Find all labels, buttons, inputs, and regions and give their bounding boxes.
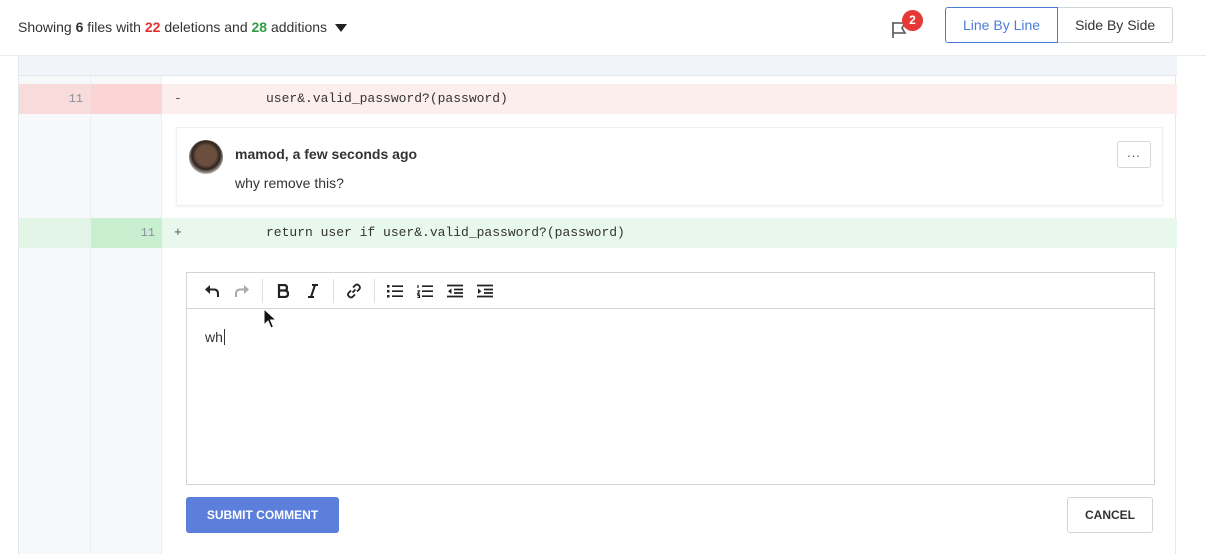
submit-comment-button[interactable]: SUBMIT COMMENT [186, 497, 339, 533]
files-count: 6 [75, 19, 84, 35]
comment-author: mamod, a few seconds ago [235, 146, 418, 162]
italic-icon[interactable] [298, 276, 328, 306]
diff-view: 11 - user&.valid_password?(password) mam… [18, 56, 1177, 554]
indent-icon[interactable] [470, 276, 500, 306]
new-line-number[interactable]: 11 [91, 218, 155, 248]
bold-icon[interactable] [268, 276, 298, 306]
undo-icon[interactable] [197, 276, 227, 306]
avatar [189, 140, 223, 174]
summary-additions-text: additions [267, 19, 328, 35]
line-by-line-button[interactable]: Line By Line [945, 7, 1059, 43]
link-icon[interactable] [339, 276, 369, 306]
numbered-list-icon[interactable] [410, 276, 440, 306]
cancel-button[interactable]: CANCEL [1067, 497, 1153, 533]
bullet-list-icon[interactable] [380, 276, 410, 306]
comment-menu-button[interactable]: ... [1117, 141, 1151, 168]
notification-badge: 2 [902, 10, 923, 31]
comments-toggle-button[interactable]: 2 [890, 10, 924, 44]
comment-editor: wh [186, 272, 1155, 485]
summary-deletions-text: deletions and [160, 19, 252, 35]
redo-icon[interactable] [227, 276, 257, 306]
editor-toolbar [187, 273, 1154, 309]
added-code: return user if user&.valid_password?(pas… [266, 225, 625, 240]
deletions-count: 22 [144, 19, 161, 35]
deleted-code: user&.valid_password?(password) [266, 91, 508, 106]
old-line-gutter [19, 56, 91, 554]
comment-input-text: wh [205, 329, 223, 345]
outdent-icon[interactable] [440, 276, 470, 306]
diff-summary[interactable]: Showing 6 files with 22 deletions and 28… [18, 19, 348, 35]
comment-card: mamod, a few seconds ago why remove this… [176, 127, 1163, 206]
summary-files-text: files with [83, 19, 145, 35]
side-by-side-button[interactable]: Side By Side [1058, 7, 1174, 43]
caret-down-icon[interactable] [335, 23, 348, 32]
comment-input[interactable]: wh [205, 329, 225, 345]
old-line-number[interactable]: 11 [19, 84, 83, 114]
comment-body: why remove this? [235, 175, 344, 191]
diff-header: Showing 6 files with 22 deletions and 28… [0, 0, 1206, 56]
additions-count: 28 [251, 19, 268, 35]
hunk-separator [19, 56, 1177, 76]
deleted-line[interactable]: 11 - user&.valid_password?(password) [19, 84, 1177, 114]
new-line-gutter [91, 56, 162, 554]
right-margin [1177, 56, 1206, 554]
added-line[interactable]: 11 + return user if user&.valid_password… [19, 218, 1177, 248]
summary-prefix: Showing [18, 19, 76, 35]
text-caret [223, 329, 225, 345]
view-mode-switch: Line By Line Side By Side [945, 7, 1174, 43]
mouse-pointer-icon [263, 308, 277, 329]
